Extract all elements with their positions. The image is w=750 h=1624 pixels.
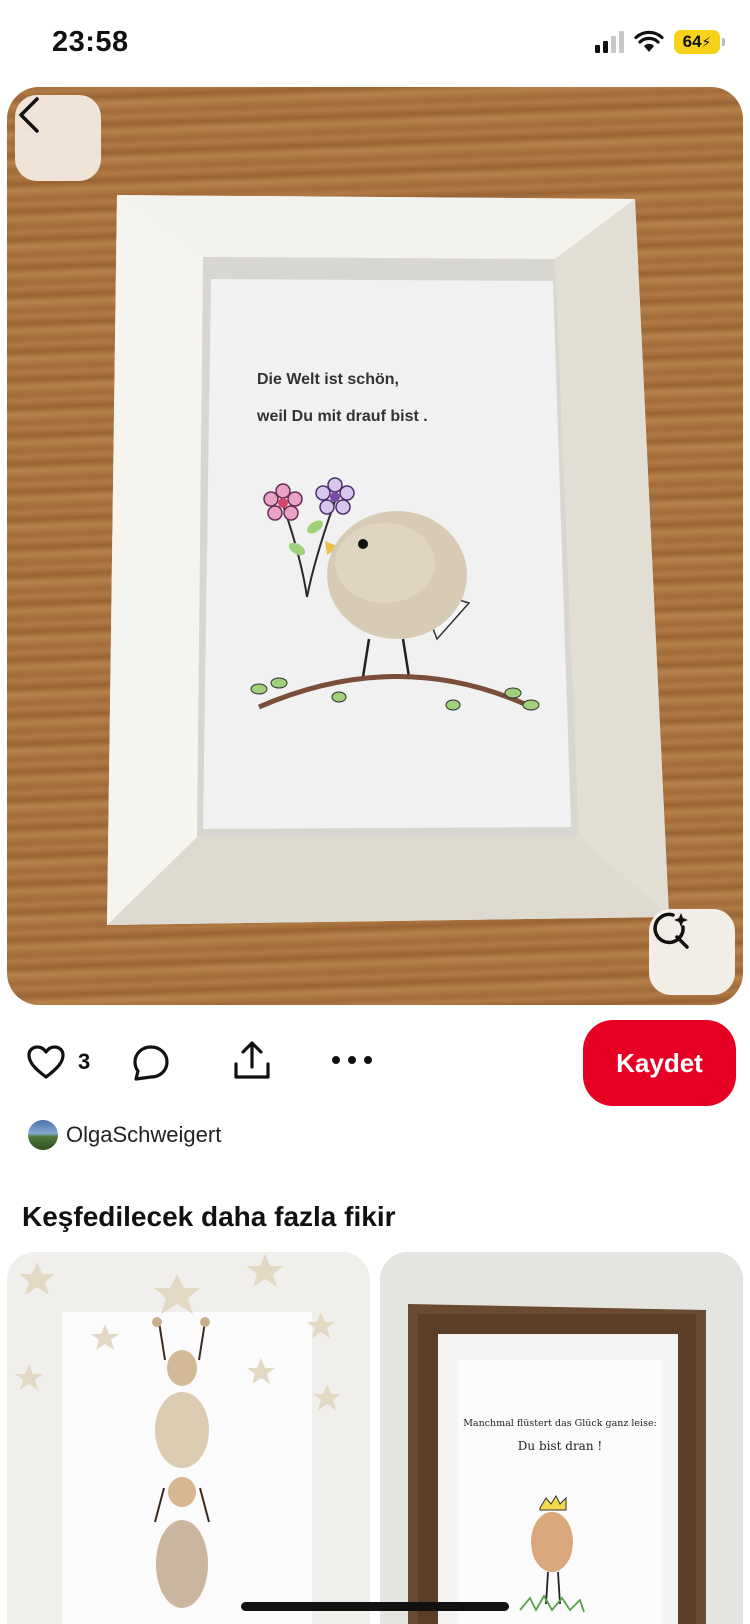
idea-card-image: [15, 1254, 341, 1624]
dot: [332, 1056, 340, 1064]
heart-icon: [27, 1045, 65, 1079]
like-button[interactable]: 3: [26, 1044, 90, 1080]
back-button[interactable]: [15, 95, 101, 181]
author-name: OlgaSchweigert: [66, 1122, 222, 1147]
framed-picture: Die Welt ist schön, weil Du mit drauf bi…: [107, 195, 669, 925]
visual-search-button[interactable]: [649, 909, 735, 995]
pin-actions: 3 Kaydet: [0, 1018, 750, 1108]
idea-card[interactable]: [7, 1252, 370, 1624]
pin-image-text-2: weil Du mit drauf bist .: [256, 408, 428, 425]
pin-author[interactable]: OlgaSchweigert: [28, 1120, 221, 1150]
visual-search-icon: [653, 912, 689, 949]
share-button[interactable]: [232, 1040, 272, 1087]
cellular-signal-icon: [595, 31, 624, 53]
idea-card-text-1: Manchmal flüstert das Glück ganz leise:: [463, 1418, 657, 1429]
like-count: 3: [78, 1049, 91, 1074]
dot: [348, 1056, 356, 1064]
comment-icon: [133, 1045, 169, 1081]
idea-card-text-2: Du bist dran !: [518, 1439, 602, 1453]
dot: [364, 1056, 372, 1064]
avatar: [28, 1120, 58, 1150]
idea-card-image: Manchmal flüstert das Glück ganz leise: …: [380, 1252, 743, 1624]
home-indicator: [241, 1602, 509, 1611]
charging-bolt-icon: ⚡: [701, 33, 712, 50]
battery-level: 64: [682, 32, 702, 51]
battery-icon: 64 ⚡: [674, 30, 725, 54]
more-options-button[interactable]: [332, 1048, 372, 1072]
save-button[interactable]: Kaydet: [583, 1020, 736, 1106]
wifi-icon: [634, 30, 664, 52]
status-icons: 64 ⚡: [595, 30, 725, 54]
status-bar: 23:58 64 ⚡: [0, 0, 750, 88]
pin-image[interactable]: Die Welt ist schön, weil Du mit drauf bi…: [7, 87, 743, 1005]
more-ideas-title: Keşfedilecek daha fazla fikir: [22, 1201, 396, 1232]
comment-button[interactable]: [132, 1044, 170, 1087]
share-icon: [234, 1041, 270, 1079]
pin-image-text-1: Die Welt ist schön,: [257, 371, 399, 388]
status-time: 23:58: [52, 26, 129, 58]
chevron-left-icon: [19, 97, 39, 133]
idea-card[interactable]: Manchmal flüstert das Glück ganz leise: …: [380, 1252, 743, 1624]
